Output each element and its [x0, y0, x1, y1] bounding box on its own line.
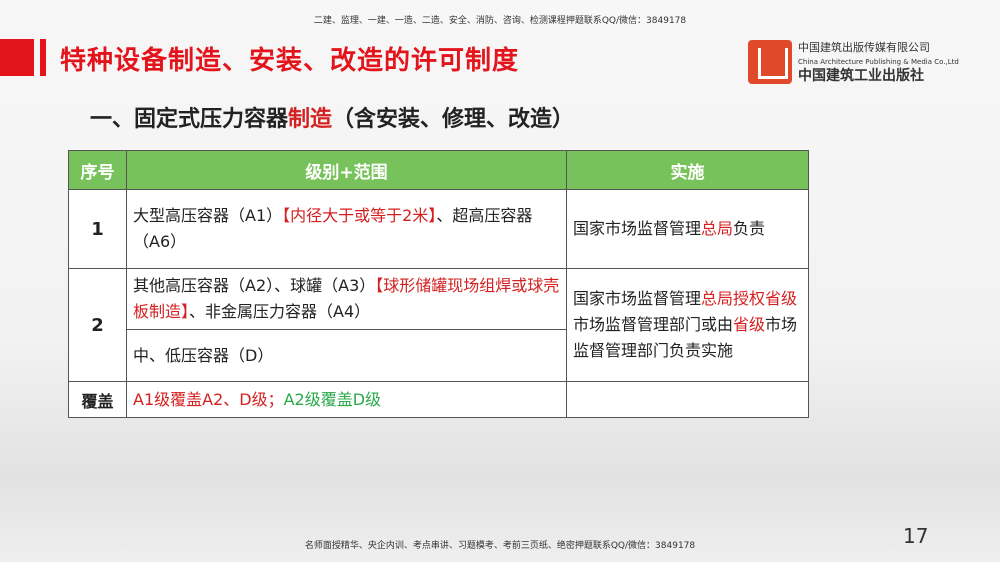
impl-text: 国家市场监督管理	[573, 219, 702, 238]
logo-cn-name-2: 中国建筑工业出版社	[798, 68, 924, 84]
table-row-cover: 覆盖 A1级覆盖A2、D级；A2级覆盖D级	[68, 381, 809, 418]
row-scope-sub: 中、低压容器（D）	[126, 329, 567, 382]
header-scope: 级别+范围	[126, 150, 567, 190]
row-scope: 大型高压容器（A1）【内径大于或等于2米】、超高压容器（A6）	[126, 189, 567, 269]
row-impl: 国家市场监督管理总局授权省级市场监督管理部门或由省级市场监督管理部门负责实施	[566, 268, 809, 382]
publisher-logo: 中国建筑出版传媒有限公司 China Architecture Publishi…	[748, 40, 959, 84]
row-no: 2	[68, 268, 127, 382]
impl-text: 国家市场监督管理	[573, 289, 702, 308]
scope-text: 其他高压容器（A2）、球罐（A3）	[133, 276, 376, 295]
table-row: 1 大型高压容器（A1）【内径大于或等于2米】、超高压容器（A6） 国家市场监督…	[68, 189, 809, 269]
subtitle-part: 一、固定式压力容器	[90, 107, 289, 132]
row-impl: 国家市场监督管理总局负责	[566, 189, 809, 269]
subtitle-part: （含安装、修理、改造）	[332, 107, 575, 132]
logo-cn-name: 中国建筑出版传媒有限公司	[798, 41, 930, 54]
cover-text: A1级覆盖A2、D级；A2级覆盖D级	[126, 381, 567, 418]
impl-highlight: 总局	[701, 219, 734, 238]
title-accent-bar	[0, 39, 34, 76]
cover-empty	[566, 381, 809, 418]
header-no: 序号	[68, 150, 127, 190]
cover-red: A1级覆盖A2、D级；	[133, 389, 284, 409]
impl-text: 负责	[733, 219, 766, 238]
publisher-logo-icon	[748, 40, 792, 84]
subtitle-highlight: 制造	[288, 107, 333, 132]
cover-green: A2级覆盖D级	[283, 389, 382, 409]
impl-highlight: 省级	[733, 315, 766, 334]
scope-text: 大型高压容器（A1）	[133, 206, 283, 225]
row-scope: 其他高压容器（A2）、球罐（A3）【球形储罐现场组焊或球壳板制造】、非金属压力容…	[126, 268, 567, 330]
impl-text: 市场监督管理部门或由	[573, 315, 734, 334]
slide-title: 特种设备制造、安装、改造的许可制度	[60, 46, 520, 76]
row-no: 1	[68, 189, 127, 269]
section-subtitle: 一、固定式压力容器制造（含安装、修理、改造）	[90, 101, 574, 133]
title-accent-bar-thin	[40, 39, 46, 76]
logo-en-name: China Architecture Publishing & Media Co…	[798, 58, 959, 66]
bottom-watermark-note: 名师面授精华、央企内训、考点串讲、习题模考、考前三页纸、绝密押题联系QQ/微信：…	[304, 541, 696, 551]
table-row: 2 其他高压容器（A2）、球罐（A3）【球形储罐现场组焊或球壳板制造】、非金属压…	[68, 268, 809, 382]
top-watermark-note: 二建、监理、一建、一造、二造、安全、消防、咨询、检测课程押题联系QQ/微信：38…	[313, 16, 687, 26]
impl-highlight: 总局授权省级	[701, 289, 798, 308]
table-header-row: 序号 级别+范围 实施	[68, 150, 809, 190]
scope-highlight: 【内径大于或等于2米】	[282, 206, 437, 225]
header-impl: 实施	[566, 150, 809, 190]
cover-label: 覆盖	[68, 381, 127, 418]
scope-text: 、非金属压力容器（A4）	[189, 302, 371, 321]
license-table: 序号 级别+范围 实施 1 大型高压容器（A1）【内径大于或等于2米】、超高压容…	[68, 150, 809, 418]
